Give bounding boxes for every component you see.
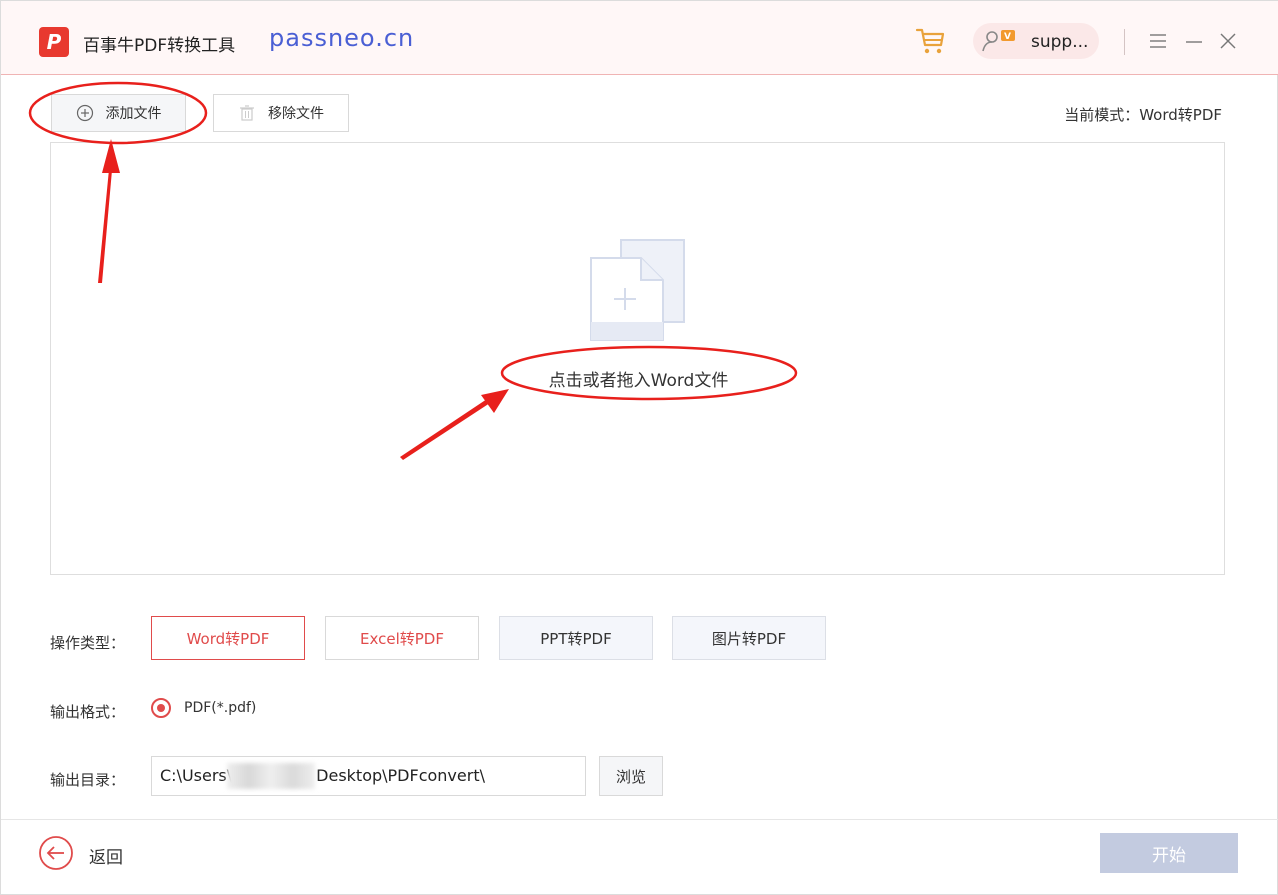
minimize-icon[interactable] — [1185, 31, 1203, 51]
output-dir-input[interactable]: C:\Users\ Desktop\PDFconvert\ — [151, 756, 586, 796]
dir-prefix: C:\Users\ — [160, 766, 233, 785]
current-mode-label: 当前模式：Word转PDF — [1064, 106, 1222, 124]
website-link[interactable]: passneo.cn — [269, 24, 414, 52]
add-file-button[interactable]: 添加文件 — [51, 94, 186, 132]
back-button[interactable]: 返回 — [89, 843, 123, 868]
add-file-icon — [590, 239, 685, 341]
drop-prompt: 点击或者拖入Word文件 — [548, 371, 729, 391]
redacted-username — [227, 763, 315, 789]
user-name: supp... — [1031, 32, 1089, 52]
output-dir-label: 输出目录： — [50, 771, 126, 789]
close-icon[interactable] — [1219, 31, 1237, 51]
remove-file-button[interactable]: 移除文件 — [213, 94, 349, 132]
cart-icon[interactable] — [915, 25, 947, 57]
title-divider — [1124, 29, 1125, 55]
title-bar: P 百事牛PDF转换工具 passneo.cn V supp... — [1, 1, 1278, 75]
user-icon: V — [982, 30, 1015, 52]
plus-circle-icon — [76, 104, 93, 122]
add-file-label: 添加文件 — [105, 106, 162, 122]
format-radio-label: PDF(*.pdf) — [184, 700, 257, 716]
app-title: 百事牛PDF转换工具 — [83, 36, 236, 56]
menu-icon[interactable] — [1149, 31, 1167, 51]
op-image-to-pdf[interactable]: 图片转PDF — [672, 616, 826, 660]
operation-type-label: 操作类型： — [50, 634, 126, 652]
start-button[interactable]: 开始 — [1100, 833, 1238, 873]
user-account-button[interactable]: V supp... — [973, 23, 1099, 59]
op-word-to-pdf[interactable]: Word转PDF — [151, 616, 305, 660]
op-excel-to-pdf[interactable]: Excel转PDF — [325, 616, 479, 660]
file-drop-zone[interactable]: 点击或者拖入Word文件 — [50, 142, 1225, 575]
browse-button[interactable]: 浏览 — [599, 756, 663, 796]
trash-icon — [240, 105, 254, 121]
format-radio-pdf[interactable] — [151, 698, 171, 718]
app-logo: P — [39, 27, 69, 57]
remove-file-label: 移除文件 — [268, 106, 324, 122]
app-window: P 百事牛PDF转换工具 passneo.cn V supp... 添加文件 移… — [0, 0, 1278, 895]
footer-divider — [1, 819, 1278, 820]
vip-badge: V — [1004, 32, 1011, 42]
op-ppt-to-pdf[interactable]: PPT转PDF — [499, 616, 653, 660]
output-format-label: 输出格式： — [50, 703, 126, 721]
dir-suffix: Desktop\PDFconvert\ — [316, 766, 485, 785]
back-arrow-icon[interactable] — [38, 835, 74, 871]
